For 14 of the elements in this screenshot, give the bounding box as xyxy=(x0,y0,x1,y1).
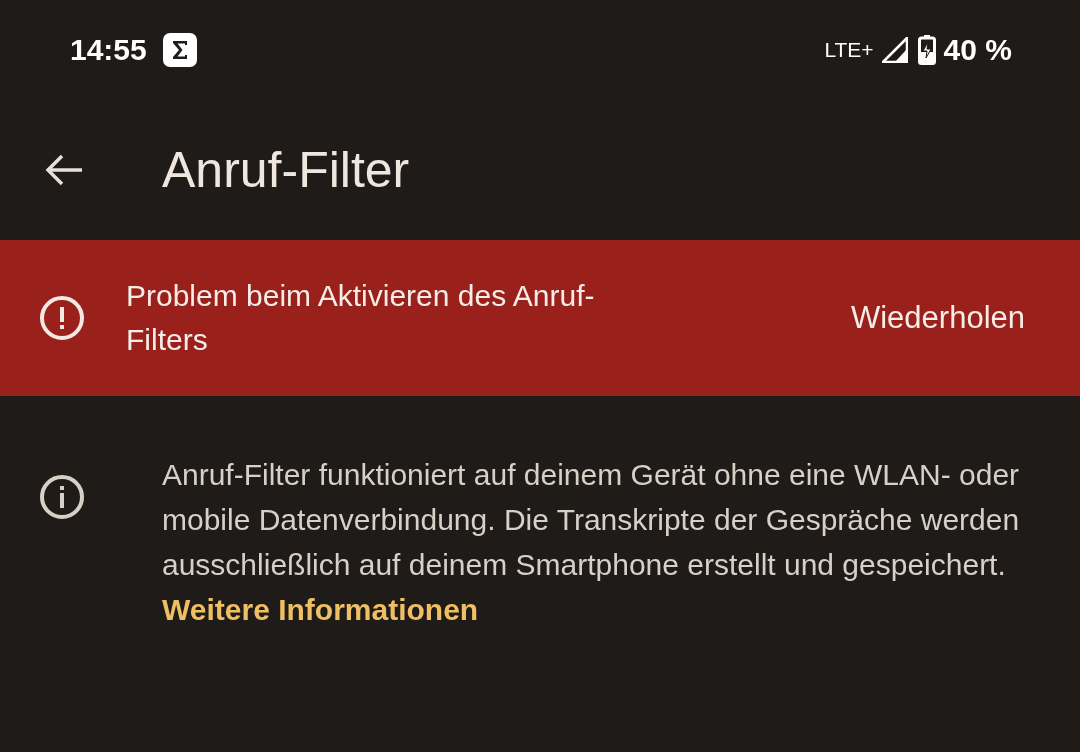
page-title: Anruf-Filter xyxy=(162,141,410,199)
retry-button[interactable]: Wiederholen xyxy=(850,296,1025,340)
error-message: Problem beim Aktivieren des Anruf-Filters xyxy=(126,278,596,358)
signal-icon xyxy=(881,37,908,63)
info-paragraph: Anruf-Filter funktioniert auf deinem Gerät ohne eine WLAN- oder mobile Datenverbindung. Die Transkripte der Gespräche werden ausschließlich auf deinem Smartphone erstellt und gespeichert. Weitere Informationen xyxy=(162,457,1021,628)
sigma-icon xyxy=(162,33,197,67)
back-icon[interactable] xyxy=(44,153,84,187)
network-type: LTE+ xyxy=(824,38,874,62)
info-icon xyxy=(39,474,85,520)
more-info-link[interactable]: Weitere Informationen xyxy=(162,593,479,626)
clock: 14:55 xyxy=(70,33,147,67)
battery-charging-icon xyxy=(917,35,936,65)
battery-percentage: 40 % xyxy=(943,33,1012,67)
error-icon xyxy=(39,295,85,341)
